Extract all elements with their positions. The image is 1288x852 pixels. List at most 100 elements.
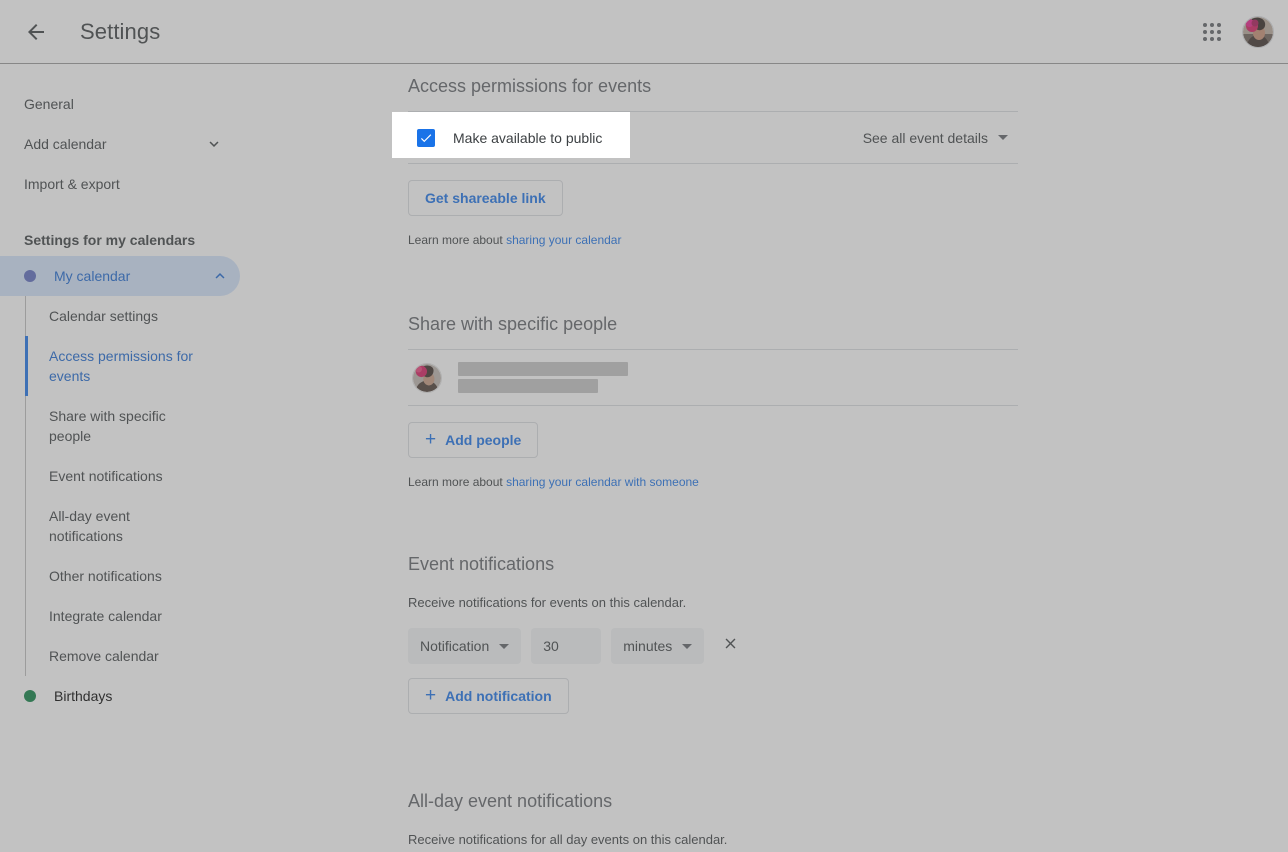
learn-more-sharing-someone: Learn more about sharing your calendar w… bbox=[408, 458, 1018, 489]
add-notification-area: + Add notification bbox=[408, 664, 1018, 714]
calendar-color-dot bbox=[24, 690, 36, 702]
apps-dot bbox=[1203, 23, 1207, 27]
redacted-bar bbox=[458, 362, 628, 376]
learn-more-prefix: Learn more about bbox=[408, 475, 507, 489]
back-button[interactable] bbox=[12, 8, 60, 56]
sidebar-subitem-label: Remove calendar bbox=[49, 648, 159, 664]
sidebar-item-import-export[interactable]: Import & export bbox=[0, 164, 256, 204]
get-shareable-link-button[interactable]: Get shareable link bbox=[408, 180, 563, 216]
sharing-your-calendar-link[interactable]: sharing your calendar bbox=[506, 233, 621, 247]
sharing-calendar-with-someone-link[interactable]: sharing your calendar with someone bbox=[506, 475, 699, 489]
section-description: Receive notifications for all day events… bbox=[408, 832, 728, 847]
section-heading: Access permissions for events bbox=[408, 64, 1018, 112]
learn-more-prefix: Learn more about bbox=[408, 233, 507, 247]
event-visibility-value: See all event details bbox=[862, 129, 988, 146]
calendar-color-dot bbox=[24, 270, 36, 282]
sidebar-calendar-birthdays[interactable]: Birthdays bbox=[0, 676, 240, 716]
sidebar-item-integrate-calendar[interactable]: Integrate calendar bbox=[26, 596, 216, 636]
make-available-public-checkbox[interactable]: Make available to public bbox=[408, 128, 603, 147]
avatar[interactable] bbox=[1242, 16, 1274, 48]
add-notification-label: Add notification bbox=[445, 688, 552, 704]
sidebar-calendar-label: My calendar bbox=[54, 268, 131, 284]
notification-unit-value: minutes bbox=[623, 638, 673, 654]
sidebar-subitems: Calendar settings Access permissions for… bbox=[25, 296, 256, 676]
settings-content: Access permissions for events Make avail… bbox=[256, 64, 1288, 852]
settings-sidebar: General Add calendar Import & export Set… bbox=[0, 64, 256, 852]
shareable-link-area: Get shareable link bbox=[408, 164, 1018, 216]
notification-row: Notification 30 minutes bbox=[408, 610, 1018, 664]
notification-amount-value: 30 bbox=[543, 638, 559, 654]
add-people-button[interactable]: + Add people bbox=[408, 422, 539, 458]
sidebar-subitem-label: Share with specific people bbox=[49, 408, 166, 444]
redacted-person-name bbox=[458, 362, 628, 393]
redacted-bar bbox=[458, 379, 598, 393]
learn-more-sharing: Learn more about sharing your calendar bbox=[408, 216, 1018, 247]
page-title: Settings bbox=[80, 18, 161, 44]
close-icon bbox=[722, 635, 739, 657]
sidebar-calendar-my-calendar[interactable]: My calendar bbox=[0, 256, 240, 296]
add-people-label: Add people bbox=[445, 432, 522, 448]
section-allday-notifications: All-day event notifications Receive noti… bbox=[408, 714, 1018, 847]
notification-type-value: Notification bbox=[420, 638, 490, 654]
chevron-up-icon[interactable] bbox=[210, 266, 230, 286]
section-heading: All-day event notifications bbox=[408, 791, 613, 811]
sidebar-subitem-label: Other notifications bbox=[49, 568, 162, 584]
add-people-area: + Add people bbox=[408, 406, 1018, 458]
apps-dot bbox=[1210, 23, 1214, 27]
apps-dot bbox=[1217, 23, 1221, 27]
add-notification-button[interactable]: + Add notification bbox=[408, 678, 569, 714]
sidebar-item-label: General bbox=[24, 96, 74, 112]
apps-dot bbox=[1210, 30, 1214, 34]
sidebar-subitem-label: Integrate calendar bbox=[49, 608, 162, 624]
sidebar-subitem-label: All-day event notifications bbox=[49, 508, 130, 544]
section-heading: Event notifications bbox=[408, 554, 555, 574]
section-description: Receive notifications for events on this… bbox=[408, 595, 687, 610]
sidebar-subitem-label: Access permissions for events bbox=[49, 348, 193, 384]
sidebar-subitem-label: Calendar settings bbox=[49, 308, 158, 324]
header-actions bbox=[1192, 0, 1274, 64]
sidebar-item-share-specific-people[interactable]: Share with specific people bbox=[26, 396, 216, 456]
section-access-permissions: Access permissions for events Make avail… bbox=[408, 64, 1018, 247]
event-visibility-select[interactable]: See all event details bbox=[851, 120, 1018, 156]
make-public-row: Make available to public See all event d… bbox=[408, 112, 1018, 164]
arrow-back-icon bbox=[24, 20, 48, 44]
sidebar-calendar-label: Birthdays bbox=[54, 688, 113, 704]
sidebar-item-calendar-settings[interactable]: Calendar settings bbox=[26, 296, 216, 336]
sidebar-item-access-permissions[interactable]: Access permissions for events bbox=[25, 336, 216, 396]
remove-notification-button[interactable] bbox=[718, 634, 742, 658]
app-header: Settings bbox=[0, 0, 1288, 64]
apps-dot bbox=[1217, 30, 1221, 34]
sidebar-item-general[interactable]: General bbox=[0, 84, 256, 124]
chevron-down-icon bbox=[682, 643, 693, 649]
sidebar-item-other-notifications[interactable]: Other notifications bbox=[26, 556, 216, 596]
sidebar-item-allday-notifications[interactable]: All-day event notifications bbox=[26, 496, 216, 556]
plus-icon: + bbox=[425, 684, 437, 706]
section-event-notifications: Event notifications Receive notification… bbox=[408, 489, 1018, 714]
content-column: Access permissions for events Make avail… bbox=[408, 64, 1018, 847]
checkbox-checked-icon bbox=[417, 128, 435, 147]
sidebar-item-remove-calendar[interactable]: Remove calendar bbox=[26, 636, 216, 676]
shared-person-row[interactable] bbox=[408, 350, 1018, 406]
apps-dot bbox=[1203, 30, 1207, 34]
plus-icon: + bbox=[425, 428, 437, 450]
checkbox-label: Make available to public bbox=[453, 129, 603, 146]
sidebar-item-event-notifications[interactable]: Event notifications bbox=[26, 456, 216, 496]
apps-dot bbox=[1203, 37, 1207, 41]
section-share-specific-people: Share with specific people + Add people … bbox=[408, 247, 1018, 489]
chevron-down-icon bbox=[499, 643, 510, 649]
sidebar-item-add-calendar[interactable]: Add calendar bbox=[0, 124, 256, 164]
sidebar-section-title: Settings for my calendars bbox=[24, 232, 196, 248]
notification-amount-input[interactable]: 30 bbox=[531, 628, 602, 664]
apps-grid-icon[interactable] bbox=[1192, 12, 1232, 52]
chevron-down-icon bbox=[204, 134, 224, 154]
sidebar-subitem-label: Event notifications bbox=[49, 468, 163, 484]
person-avatar bbox=[412, 362, 442, 393]
settings-page: Settings General Add calendar Import & e… bbox=[0, 0, 1288, 852]
apps-dot bbox=[1210, 37, 1214, 41]
chevron-down-icon bbox=[998, 135, 1008, 140]
sidebar-item-label: Add calendar bbox=[24, 136, 107, 152]
notification-type-select[interactable]: Notification bbox=[408, 628, 522, 664]
notification-unit-select[interactable]: minutes bbox=[611, 628, 705, 664]
section-heading: Share with specific people bbox=[408, 302, 1018, 350]
apps-dot bbox=[1217, 37, 1221, 41]
